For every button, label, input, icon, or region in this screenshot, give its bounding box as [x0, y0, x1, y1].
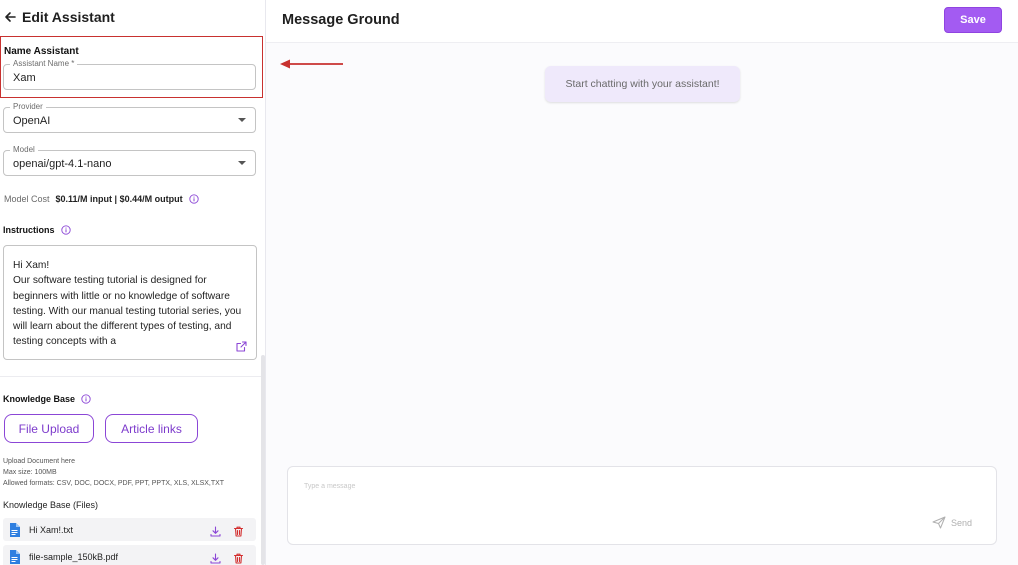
info-icon[interactable] [60, 225, 71, 235]
open-external-icon[interactable] [236, 339, 247, 352]
left-header: Edit Assistant [0, 0, 265, 34]
back-arrow-icon[interactable] [3, 10, 17, 24]
model-legend: Model [10, 145, 38, 155]
empty-chat-message: Start chatting with your assistant! [545, 66, 740, 102]
send-icon [932, 516, 946, 529]
name-section-label: Name Assistant [4, 46, 79, 57]
model-cost-label: Model Cost [4, 194, 50, 204]
chevron-down-icon[interactable] [238, 161, 246, 165]
allowed-formats: Allowed formats: CSV, DOC, DOCX, PDF, PP… [3, 480, 225, 487]
instructions-label-row: Instructions [3, 225, 71, 235]
scrollbar[interactable] [261, 355, 265, 565]
annotation-arrow [280, 59, 343, 69]
knowledge-base-label: Knowledge Base [3, 394, 76, 404]
instructions-text[interactable]: Hi Xam! Our software testing tutorial is… [13, 258, 246, 350]
article-links-button[interactable]: Article links [105, 414, 198, 443]
assistant-name-field[interactable]: Assistant Name * Xam [3, 59, 256, 90]
message-composer: Send [287, 466, 997, 545]
trash-icon[interactable] [233, 524, 244, 537]
right-header: Message Ground Save [266, 0, 1018, 43]
provider-legend: Provider [10, 102, 46, 112]
download-icon[interactable] [210, 551, 221, 564]
info-icon[interactable] [188, 194, 199, 204]
instructions-textarea[interactable]: Hi Xam! Our software testing tutorial is… [3, 245, 257, 360]
trash-icon[interactable] [233, 551, 244, 564]
message-ground-panel: Message Ground Save Start chatting with … [266, 0, 1018, 565]
provider-value: OpenAI [13, 115, 51, 127]
model-value: openai/gpt-4.1-nano [13, 158, 112, 170]
knowledge-base-label-row: Knowledge Base [3, 394, 91, 404]
file-item: Hi Xam!.txt [3, 518, 256, 541]
model-select[interactable]: Model openai/gpt-4.1-nano [3, 145, 256, 176]
app-window: Edit Assistant Name Assistant Assistant … [0, 0, 1018, 565]
page-title: Edit Assistant [22, 9, 115, 25]
file-icon [9, 522, 20, 537]
upload-hint: Upload Document here [3, 458, 75, 465]
message-input[interactable] [304, 483, 804, 490]
instructions-label: Instructions [3, 225, 55, 235]
model-cost-row: Model Cost $0.11/M input | $0.44/M outpu… [4, 194, 199, 204]
send-label: Send [950, 517, 972, 528]
model-cost-value: $0.11/M input | $0.44/M output [55, 194, 183, 204]
provider-select[interactable]: Provider OpenAI [3, 102, 256, 133]
send-button[interactable]: Send [932, 516, 972, 529]
message-ground-title: Message Ground [282, 12, 400, 28]
assistant-name-legend: Assistant Name * [10, 59, 78, 69]
file-upload-button[interactable]: File Upload [4, 414, 94, 443]
save-button[interactable]: Save [944, 7, 1002, 33]
chevron-down-icon[interactable] [238, 118, 246, 122]
info-icon[interactable] [81, 394, 91, 404]
section-divider [0, 376, 262, 377]
knowledge-base-files-label: Knowledge Base (Files) [3, 500, 99, 510]
assistant-name-value[interactable]: Xam [13, 72, 36, 84]
file-name: Hi Xam!.txt [29, 524, 74, 535]
file-icon [9, 549, 20, 564]
download-icon[interactable] [210, 524, 221, 537]
file-item: file-sample_150kB.pdf [3, 545, 256, 565]
file-name: file-sample_150kB.pdf [29, 551, 119, 562]
assistant-settings-panel: Edit Assistant Name Assistant Assistant … [0, 0, 266, 565]
upload-info: Upload Document here Max size: 100MB All… [3, 456, 224, 489]
max-size: Max size: 100MB [3, 469, 57, 476]
